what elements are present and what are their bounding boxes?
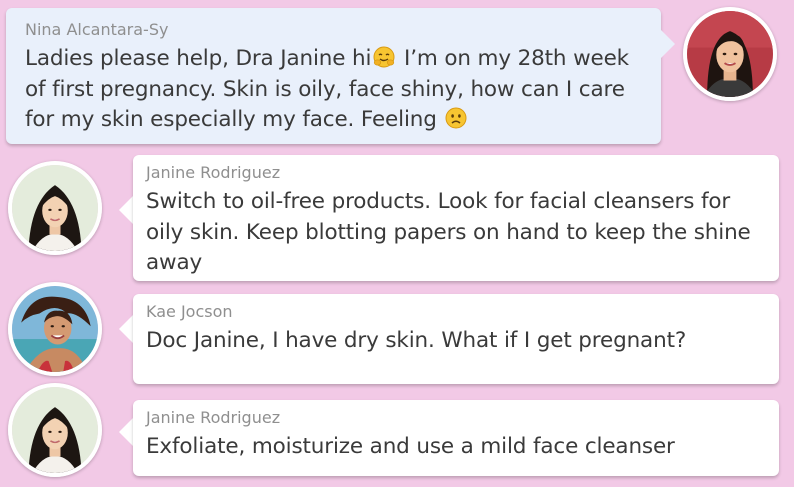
- author-name: Janine Rodriguez: [146, 163, 281, 182]
- avatar-nina-image: [687, 11, 773, 97]
- avatar-janine[interactable]: [8, 161, 102, 255]
- message-text: Ladies please help, Dra Janine hi I’m on…: [25, 44, 643, 136]
- hugging-face-emoji-icon: [373, 46, 395, 68]
- message-bubble-janine-1: Janine Rodriguez Switch to oil-free prod…: [133, 155, 779, 281]
- message-text: Exfoliate, moisturize and use a mild fac…: [146, 434, 675, 459]
- message-text: Switch to oil-free products. Look for fa…: [146, 189, 751, 275]
- worried-face-emoji-icon: [445, 107, 467, 129]
- bubble-tail: [119, 196, 133, 224]
- avatar-janine-image: [12, 165, 98, 251]
- author-name: Janine Rodriguez: [146, 408, 281, 427]
- avatar-janine[interactable]: [8, 383, 102, 477]
- message-text-part: Ladies please help, Dra Janine hi: [25, 46, 372, 71]
- avatar-nina[interactable]: [683, 7, 777, 101]
- message-bubble-janine-2: Janine Rodriguez Exfoliate, moisturize a…: [133, 400, 779, 476]
- avatar-kae[interactable]: [8, 282, 102, 376]
- bubble-tail: [119, 315, 133, 343]
- message-bubble-nina: Nina Alcantara-Sy Ladies please help, Dr…: [6, 8, 661, 144]
- bubble-tail: [119, 418, 133, 446]
- author-name: Nina Alcantara-Sy: [25, 20, 169, 39]
- message-text: Doc Janine, I have dry skin. What if I g…: [146, 328, 687, 353]
- bubble-tail: [661, 30, 675, 58]
- author-name: Kae Jocson: [146, 302, 233, 321]
- avatar-janine-image: [12, 387, 98, 473]
- avatar-kae-image: [12, 286, 98, 372]
- message-bubble-kae: Kae Jocson Doc Janine, I have dry skin. …: [133, 294, 779, 384]
